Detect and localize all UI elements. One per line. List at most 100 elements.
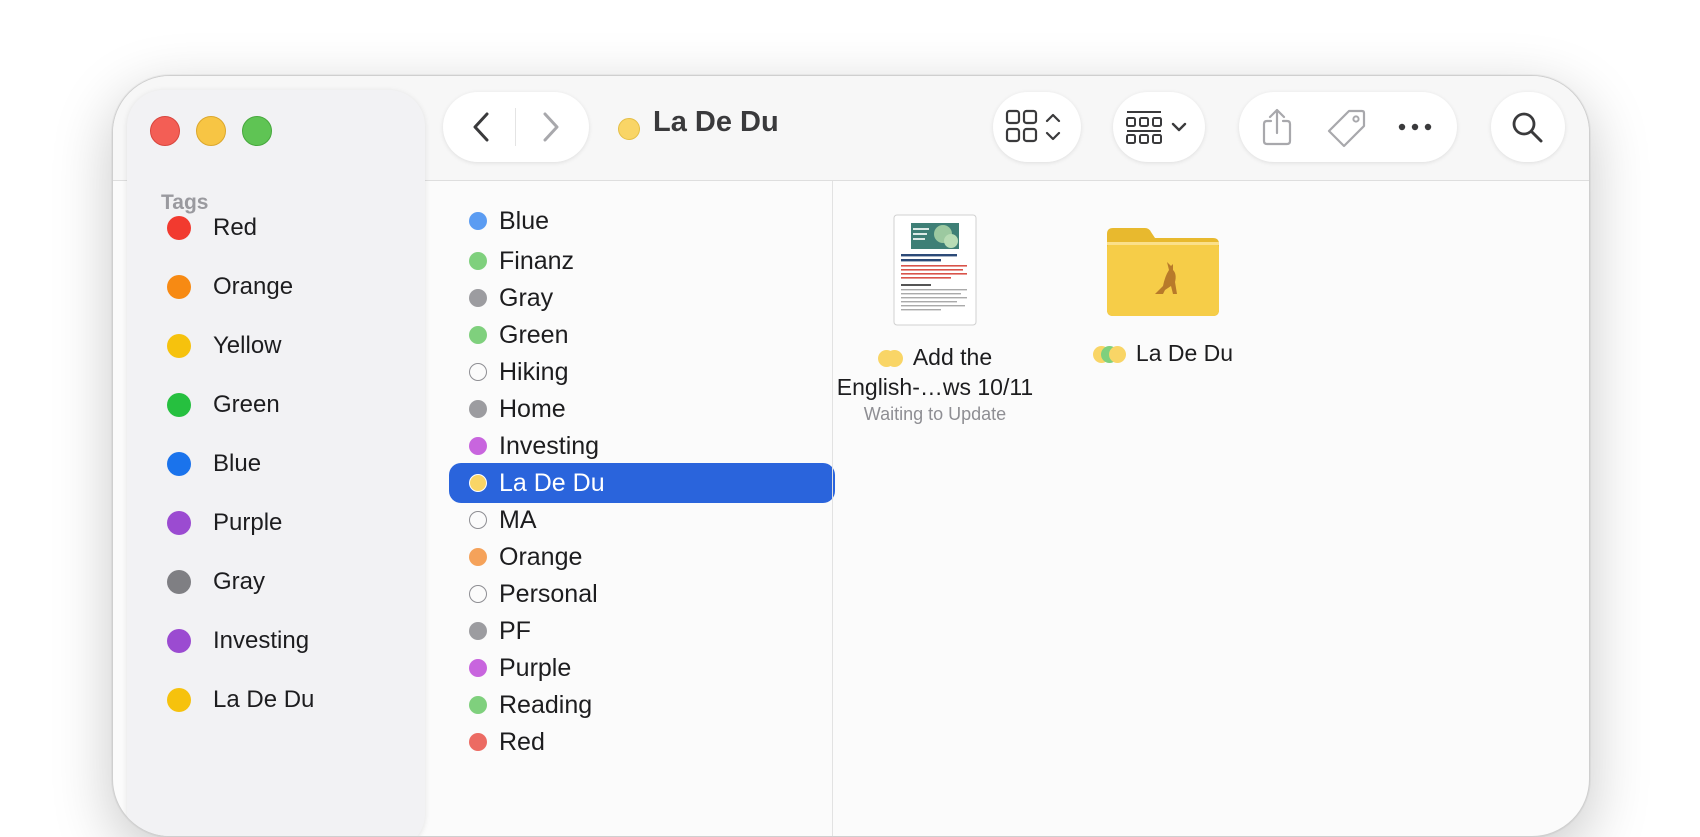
search-icon bbox=[1512, 112, 1543, 143]
more-icon[interactable] bbox=[1397, 121, 1433, 133]
navigation-buttons bbox=[443, 92, 589, 162]
list-item-label: Investing bbox=[499, 431, 600, 460]
sidebar-item-investing[interactable]: Investing bbox=[167, 621, 417, 661]
tag-dot-icon bbox=[167, 688, 191, 712]
list-item-label: Orange bbox=[499, 542, 583, 571]
sidebar-item-green[interactable]: Green bbox=[167, 385, 417, 425]
tag-list-column: Blue Finanz Gray Green Hiking Home Inves… bbox=[425, 181, 835, 836]
tag-dot-icon bbox=[469, 659, 487, 677]
tag-dot-icon bbox=[469, 585, 487, 603]
tag-dot-icon bbox=[469, 289, 487, 307]
sidebar-item-blue[interactable]: Blue bbox=[167, 444, 417, 484]
sidebar-item-red[interactable]: Red bbox=[167, 208, 417, 248]
list-item-blue[interactable]: Blue bbox=[449, 201, 835, 241]
list-item-label: Red bbox=[499, 727, 545, 756]
chevron-left-icon bbox=[473, 112, 489, 142]
forward-button[interactable] bbox=[515, 92, 585, 162]
finder-window: Tags Red Orange Yellow Green Blue Purple… bbox=[112, 75, 1590, 837]
tag-dot-icon bbox=[167, 570, 191, 594]
group-by-button[interactable] bbox=[1113, 92, 1205, 162]
view-options-button[interactable] bbox=[993, 92, 1081, 162]
list-item-label: Hiking bbox=[499, 357, 569, 386]
grid-view-icon bbox=[1005, 109, 1061, 143]
tag-dot-icon bbox=[469, 733, 487, 751]
list-item-la-de-du[interactable]: La De Du bbox=[449, 463, 835, 503]
file-name: Add the bbox=[825, 342, 1045, 372]
title-tag-dot-icon bbox=[618, 118, 640, 140]
search-button[interactable] bbox=[1491, 92, 1565, 162]
tag-dot-icon bbox=[167, 393, 191, 417]
list-item-pf[interactable]: PF bbox=[449, 611, 835, 651]
sidebar-item-purple[interactable]: Purple bbox=[167, 503, 417, 543]
tag-dot-icon bbox=[167, 629, 191, 653]
window-title: La De Du bbox=[653, 106, 779, 138]
minimize-window-button[interactable] bbox=[196, 116, 226, 146]
list-item-finanz[interactable]: Finanz bbox=[449, 241, 835, 281]
document-thumbnail bbox=[893, 214, 977, 326]
sidebar-item-gray[interactable]: Gray bbox=[167, 562, 417, 602]
list-item-purple[interactable]: Purple bbox=[449, 648, 835, 688]
tag-dot-icon bbox=[469, 212, 487, 230]
list-item-label: Home bbox=[499, 394, 566, 423]
sidebar-item-label: Red bbox=[213, 214, 258, 241]
list-item-gray[interactable]: Gray bbox=[449, 278, 835, 318]
list-item-label: Gray bbox=[499, 283, 554, 312]
sidebar-item-la-de-du[interactable]: La De Du bbox=[167, 680, 417, 720]
list-item-label: MA bbox=[499, 505, 537, 534]
list-item-home[interactable]: Home bbox=[449, 389, 835, 429]
list-item-label: Green bbox=[499, 320, 569, 349]
share-icon[interactable] bbox=[1259, 107, 1295, 147]
list-item-ma[interactable]: MA bbox=[449, 500, 835, 540]
list-item-label: Blue bbox=[499, 206, 550, 235]
sidebar-item-label: Green bbox=[213, 391, 280, 418]
tag-dot-icon bbox=[885, 350, 903, 367]
list-item-reading[interactable]: Reading bbox=[449, 685, 835, 725]
tag-dot-icon bbox=[469, 326, 487, 344]
back-button[interactable] bbox=[447, 92, 517, 162]
sidebar-item-yellow[interactable]: Yellow bbox=[167, 326, 417, 366]
file-name-line1: Add the bbox=[912, 344, 993, 370]
tag-dot-icon bbox=[167, 216, 191, 240]
folder-la-de-du[interactable]: La De Du bbox=[1063, 220, 1263, 368]
tag-dot-icon bbox=[469, 548, 487, 566]
tag-dot-icon bbox=[469, 474, 487, 492]
tag-dot-icon bbox=[167, 275, 191, 299]
folder-name-label: La De Du bbox=[1135, 340, 1234, 366]
list-item-red[interactable]: Red bbox=[449, 722, 835, 762]
zoom-window-button[interactable] bbox=[242, 116, 272, 146]
actions-group bbox=[1239, 92, 1457, 162]
folder-icon bbox=[1107, 228, 1219, 316]
tag-dot-icon bbox=[469, 400, 487, 418]
list-item-hiking[interactable]: Hiking bbox=[449, 352, 835, 392]
file-status: Waiting to Update bbox=[863, 404, 1007, 424]
folder-name: La De Du bbox=[1063, 338, 1263, 368]
list-item-personal[interactable]: Personal bbox=[449, 574, 835, 614]
sidebar-item-orange[interactable]: Orange bbox=[167, 267, 417, 307]
tag-dot-icon bbox=[167, 511, 191, 535]
group-by-icon bbox=[1126, 111, 1187, 144]
sidebar-item-label: Orange bbox=[213, 273, 294, 300]
tag-dot-icon bbox=[469, 363, 487, 381]
list-item-orange[interactable]: Orange bbox=[449, 537, 835, 577]
file-document[interactable]: Add the English-…ws 10/11 Waiting to Upd… bbox=[825, 214, 1045, 425]
sidebar-item-label: La De Du bbox=[213, 686, 315, 713]
list-item-label: Finanz bbox=[499, 246, 575, 275]
sidebar-item-label: Investing bbox=[213, 627, 310, 654]
list-item-green[interactable]: Green bbox=[449, 315, 835, 355]
tag-dot-icon bbox=[167, 334, 191, 358]
sidebar-item-label: Purple bbox=[213, 509, 283, 536]
tag-dot-icon bbox=[469, 252, 487, 270]
list-item-label: La De Du bbox=[499, 468, 605, 497]
tag-dot-icon bbox=[469, 437, 487, 455]
tag-dot-icon bbox=[469, 622, 487, 640]
tag-dot-icon bbox=[469, 696, 487, 714]
list-item-label: PF bbox=[499, 616, 531, 645]
list-item-label: Personal bbox=[499, 579, 598, 608]
list-item-investing[interactable]: Investing bbox=[449, 426, 835, 466]
tag-icon[interactable] bbox=[1327, 108, 1367, 148]
sidebar-item-label: Yellow bbox=[213, 332, 282, 359]
close-window-button[interactable] bbox=[150, 116, 180, 146]
list-item-label: Reading bbox=[499, 690, 593, 719]
sidebar-item-label: Gray bbox=[213, 568, 266, 595]
sidebar: Tags Red Orange Yellow Green Blue Purple… bbox=[127, 90, 425, 836]
